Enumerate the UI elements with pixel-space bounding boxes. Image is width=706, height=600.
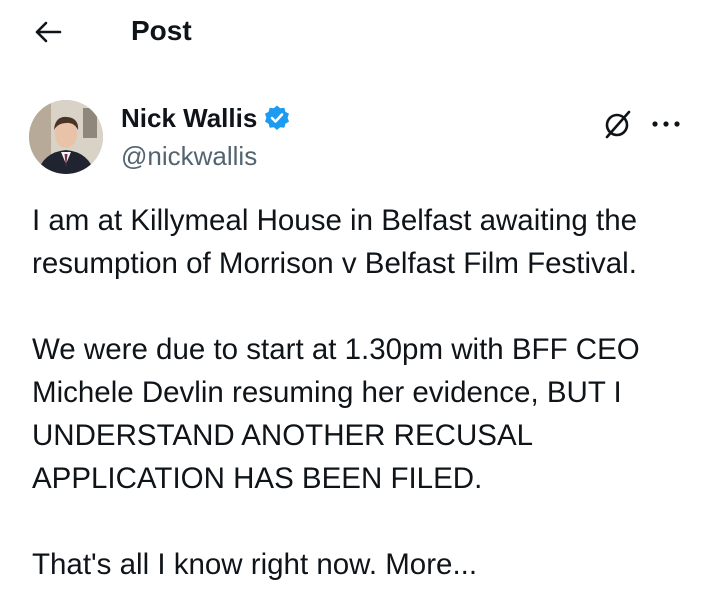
post-paragraph-3: That's all I know right now. More... [32, 548, 478, 581]
grok-slash-circle-icon [605, 110, 631, 139]
top-bar: Post [0, 0, 706, 64]
grok-button[interactable] [598, 104, 638, 144]
back-button[interactable] [30, 14, 66, 50]
avatar[interactable] [29, 100, 103, 174]
post-paragraph-2: We were due to start at 1.30pm with BFF … [32, 333, 640, 495]
arrow-left-icon [35, 21, 62, 43]
author-name-text: Nick Wallis [121, 103, 258, 133]
author-name[interactable]: Nick Wallis [121, 101, 291, 135]
post-text: I am at Killymeal House in Belfast await… [32, 199, 692, 586]
more-horizontal-icon [652, 121, 680, 127]
profile-photo [29, 100, 103, 174]
page-title: Post [131, 15, 192, 46]
post-paragraph-1: I am at Killymeal House in Belfast await… [32, 204, 638, 280]
more-options-button[interactable] [646, 104, 686, 144]
verified-badge-icon [265, 105, 290, 130]
author-handle[interactable]: @nickwallis [121, 140, 257, 172]
